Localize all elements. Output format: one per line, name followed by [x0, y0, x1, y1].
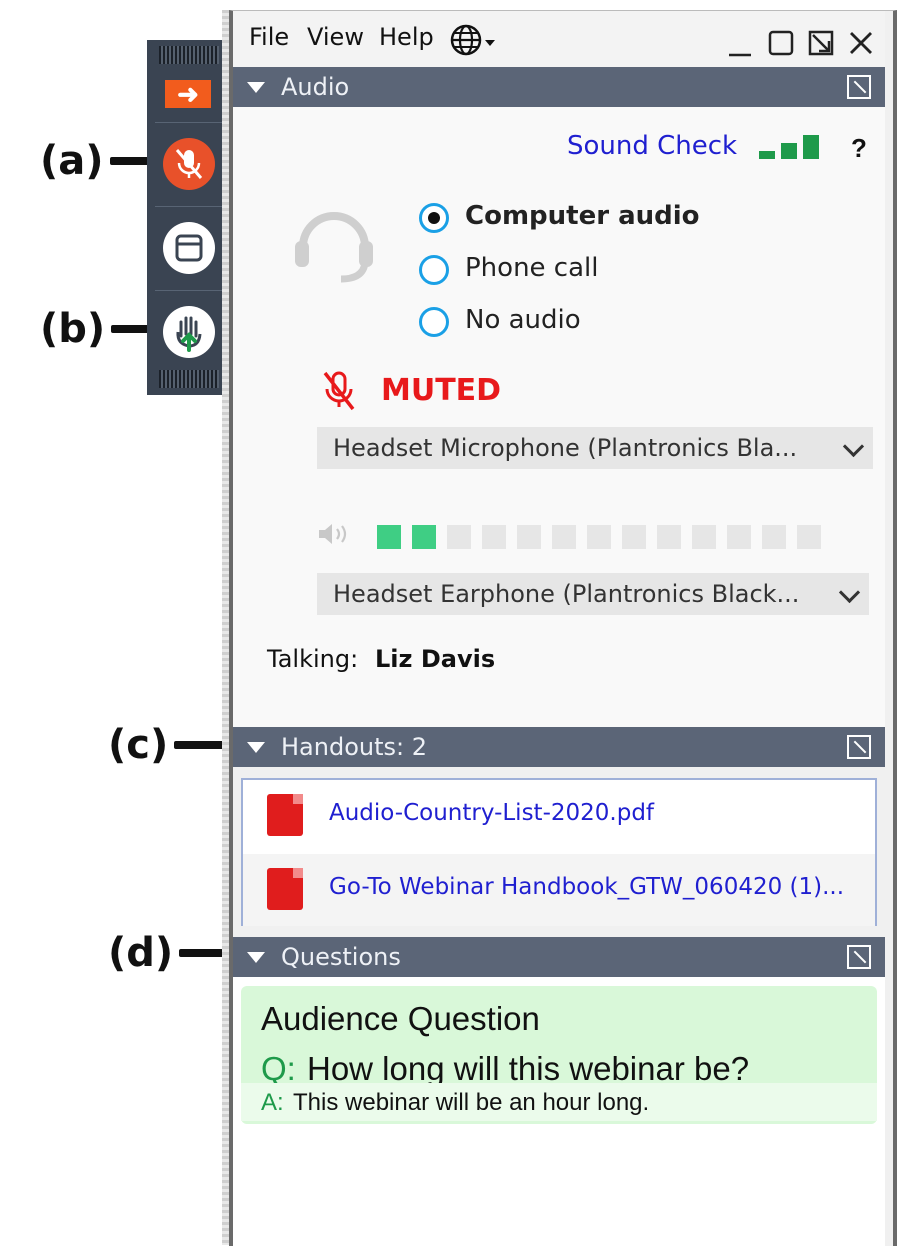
globe-icon [450, 24, 495, 56]
mute-microphone-button[interactable] [163, 138, 215, 190]
radio-phone-call[interactable] [419, 255, 449, 285]
level-bar [797, 525, 821, 549]
minimize-icon [729, 53, 751, 57]
maximize-button[interactable] [767, 29, 795, 63]
close-button[interactable] [847, 29, 875, 63]
level-bar [517, 525, 541, 549]
side-toolbar: ➜ [147, 40, 230, 395]
handouts-panel-title: Handouts: 2 [281, 733, 427, 761]
control-panel-window: File View Help Audio Sound Check ? Compu… [229, 10, 897, 1246]
talking-label: Talking: [267, 645, 359, 673]
muted-microphone-icon [175, 149, 203, 179]
popout-panel-icon[interactable] [847, 945, 871, 969]
pdf-icon [267, 868, 303, 910]
level-bar [622, 525, 646, 549]
question-heading: Audience Question [261, 1000, 540, 1037]
level-bar [552, 525, 576, 549]
option-computer-audio[interactable]: Computer audio [465, 201, 700, 231]
microphone-select[interactable]: Headset Microphone (Plantronics Bla... [317, 427, 873, 469]
toolbar-top-grip[interactable] [159, 46, 219, 64]
popout-panel-icon[interactable] [847, 735, 871, 759]
toolbar-divider [155, 290, 223, 291]
handouts-panel-header[interactable]: Handouts: 2 [233, 727, 885, 767]
maximize-icon [768, 30, 794, 56]
headset-icon [295, 212, 373, 283]
option-no-audio[interactable]: No audio [465, 305, 581, 335]
muted-microphone-icon[interactable] [319, 369, 359, 413]
audio-help-button[interactable]: ? [851, 133, 867, 164]
collapse-triangle-icon[interactable] [247, 82, 265, 93]
popout-button[interactable] [807, 29, 835, 63]
list-item[interactable]: Audio-Country-List-2020.pdf [243, 780, 875, 852]
menu-view[interactable]: View [307, 23, 364, 51]
level-bar [587, 525, 611, 549]
close-icon [850, 32, 872, 54]
menu-bar: File View Help [233, 11, 885, 67]
show-panel-button[interactable] [163, 222, 215, 274]
collapse-triangle-icon[interactable] [247, 952, 265, 963]
level-bar [727, 525, 751, 549]
option-phone-call[interactable]: Phone call [465, 253, 598, 283]
level-bar [692, 525, 716, 549]
annotation-b-label: (b) [40, 306, 106, 352]
talking-name: Liz Davis [375, 645, 496, 673]
toolbar-bottom-grip[interactable] [159, 370, 219, 388]
level-bar [412, 525, 436, 549]
handout-link[interactable]: Audio-Country-List-2020.pdf [329, 800, 654, 826]
collapse-triangle-icon[interactable] [247, 742, 265, 753]
arrow-right-icon[interactable]: ➜ [165, 80, 211, 108]
audio-panel-title: Audio [281, 73, 350, 101]
level-bar [657, 525, 681, 549]
level-bar [447, 525, 471, 549]
window-icon [175, 234, 203, 262]
speaker-volume-icon [319, 524, 347, 544]
handouts-list: Audio-Country-List-2020.pdf Go-To Webina… [241, 778, 877, 926]
answer-row: A: This webinar will be an hour long. [241, 1083, 877, 1121]
menu-file[interactable]: File [249, 23, 289, 51]
answer-prefix: A: [261, 1089, 284, 1116]
popout-panel-icon[interactable] [847, 75, 871, 99]
radio-no-audio[interactable] [419, 307, 449, 337]
questions-panel-title: Questions [281, 943, 401, 971]
menu-help[interactable]: Help [379, 23, 434, 51]
annotation-d-label: (d) [108, 930, 174, 976]
signal-strength-icon [759, 135, 819, 159]
handout-link[interactable]: Go-To Webinar Handbook_GTW_060420 (1)... [329, 874, 844, 900]
popout-icon [808, 30, 834, 56]
language-menu[interactable] [449, 23, 501, 62]
microphone-select-value: Headset Microphone (Plantronics Bla... [333, 434, 798, 462]
level-bar [377, 525, 401, 549]
toolbar-divider [155, 206, 223, 207]
list-item[interactable]: Go-To Webinar Handbook_GTW_060420 (1)... [243, 854, 875, 926]
speaker-select[interactable]: Headset Earphone (Plantronics Black... [317, 573, 869, 615]
toolbar-divider [155, 122, 223, 123]
window-shadow [222, 10, 229, 1245]
muted-status: MUTED [381, 373, 502, 408]
chevron-down-icon [842, 435, 865, 458]
chevron-down-icon [838, 581, 861, 604]
level-bar [482, 525, 506, 549]
level-bar [762, 525, 786, 549]
sound-check-link[interactable]: Sound Check [567, 131, 737, 161]
annotation-a-label: (a) [40, 138, 104, 184]
answer-text: This webinar will be an hour long. [293, 1089, 650, 1116]
raise-hand-button[interactable] [163, 306, 215, 358]
questions-panel-header[interactable]: Questions [233, 937, 885, 977]
speaker-select-value: Headset Earphone (Plantronics Black... [333, 580, 800, 608]
annotation-c-label: (c) [108, 722, 169, 768]
raise-hand-icon [176, 316, 202, 352]
pdf-icon [267, 794, 303, 836]
minimize-button[interactable] [727, 33, 753, 65]
audio-panel: Sound Check ? Computer audio Phone call … [233, 107, 885, 727]
audio-panel-header[interactable]: Audio [233, 67, 885, 107]
radio-computer-audio[interactable] [419, 203, 449, 233]
